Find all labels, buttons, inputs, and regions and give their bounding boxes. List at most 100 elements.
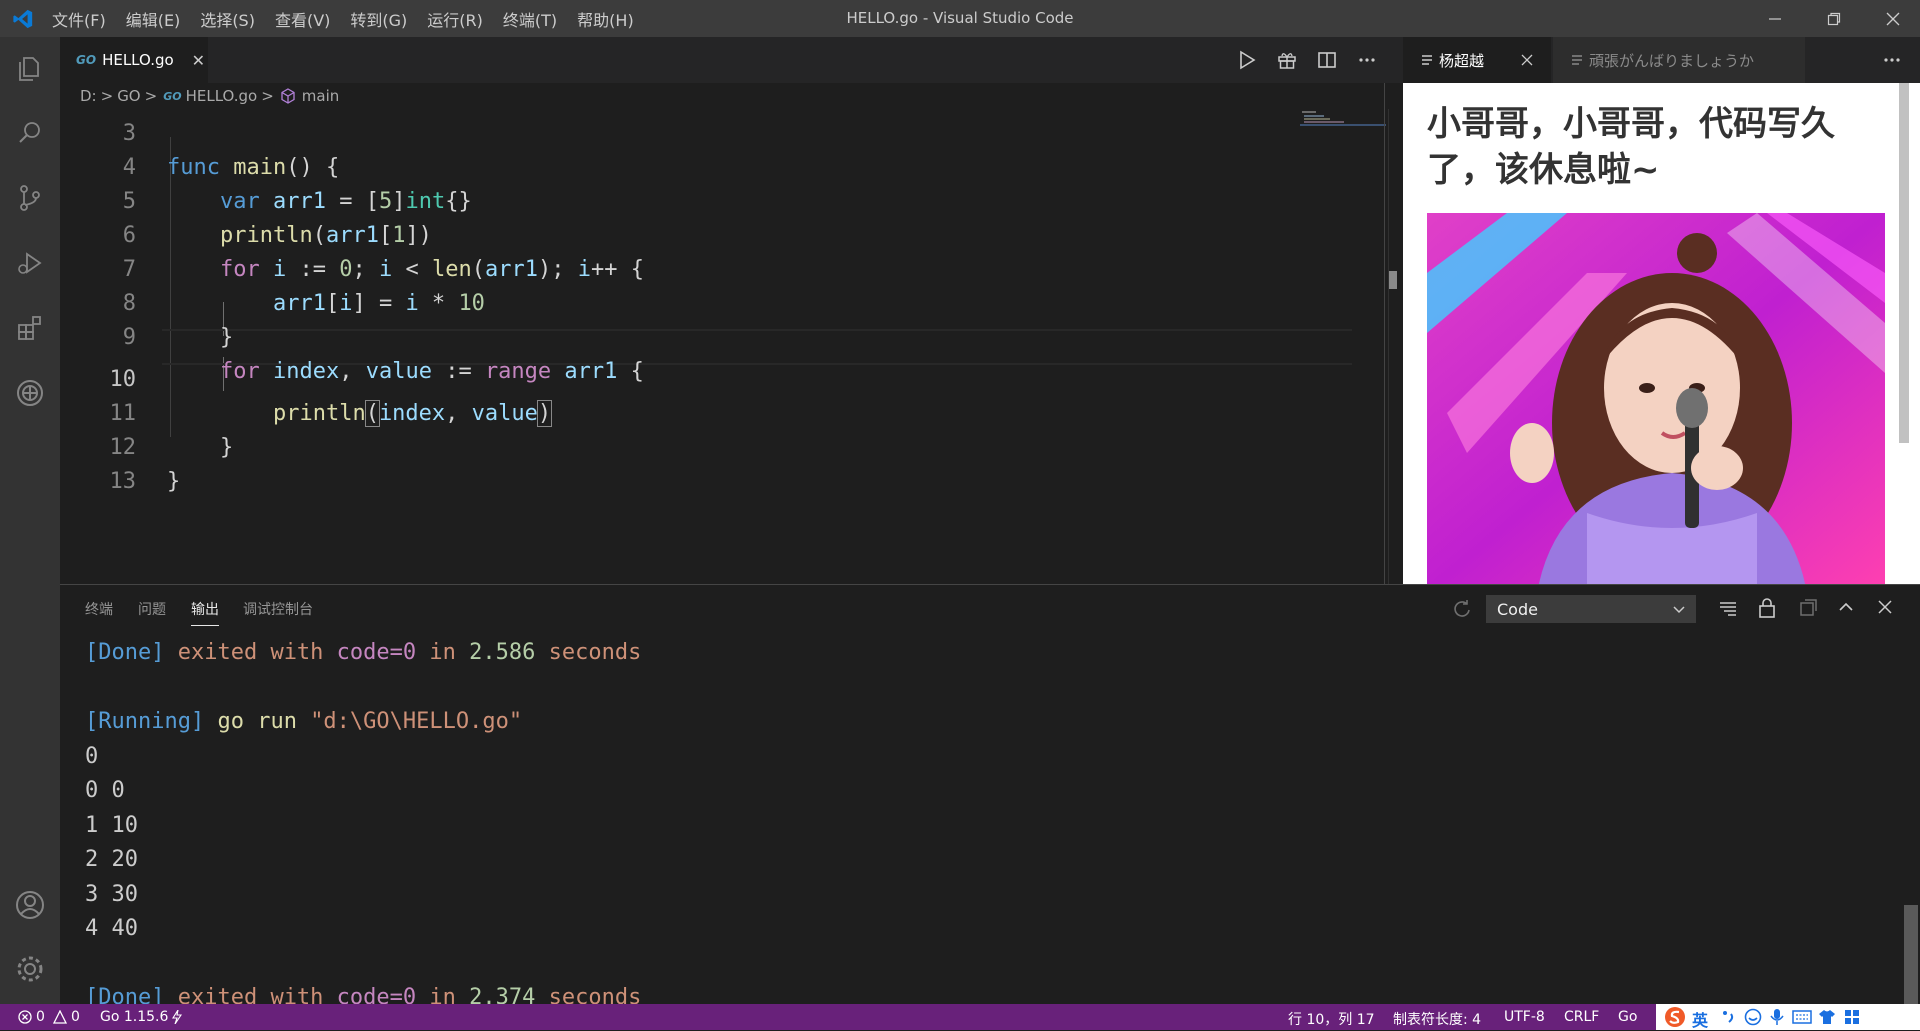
close-panel-icon[interactable] bbox=[1878, 600, 1892, 614]
menu-view[interactable]: 查看(V) bbox=[275, 7, 330, 31]
encoding[interactable]: UTF-8 bbox=[1504, 1009, 1545, 1025]
end-of-line[interactable]: CRLF bbox=[1564, 1009, 1599, 1025]
menu-edit[interactable]: 编辑(E) bbox=[126, 7, 181, 31]
more-actions-button[interactable] bbox=[1352, 45, 1382, 75]
refresh-icon[interactable] bbox=[1452, 599, 1472, 619]
emoji-icon[interactable] bbox=[1744, 1008, 1762, 1026]
run-debug-button[interactable] bbox=[0, 235, 60, 291]
close-window-button[interactable] bbox=[1870, 0, 1916, 37]
punctuation-icon[interactable] bbox=[1720, 1009, 1736, 1025]
output-channel-select[interactable]: Code bbox=[1486, 595, 1696, 623]
play-icon bbox=[1240, 50, 1256, 70]
manage-button[interactable] bbox=[0, 941, 60, 997]
minimize-icon bbox=[1769, 17, 1781, 20]
lock-icon[interactable] bbox=[1758, 597, 1776, 619]
webview-scrollbar[interactable] bbox=[1899, 83, 1909, 443]
split-editor-button[interactable] bbox=[1312, 45, 1342, 75]
source-control-icon bbox=[20, 185, 40, 211]
editor-scrollbar-track bbox=[1388, 109, 1389, 584]
indentation[interactable]: 制表符长度: 4 bbox=[1393, 1009, 1481, 1029]
gift-button[interactable] bbox=[1272, 45, 1302, 75]
clear-output-icon[interactable] bbox=[1718, 599, 1738, 619]
tab-webview-inactive[interactable]: 頑張がんばりましょうか bbox=[1553, 37, 1805, 83]
output-text: seconds bbox=[535, 985, 642, 1004]
menu-selection[interactable]: 选择(S) bbox=[200, 7, 255, 31]
toolbox-icon[interactable] bbox=[1844, 1009, 1860, 1025]
close-icon[interactable] bbox=[1521, 54, 1533, 66]
output-line: 2 20 bbox=[85, 843, 138, 877]
output-text: seconds bbox=[535, 640, 642, 665]
tab-terminal[interactable]: 终端 bbox=[85, 599, 113, 619]
run-debug-icon bbox=[18, 252, 42, 274]
sogou-logo-icon bbox=[1665, 1007, 1685, 1027]
warning-icon bbox=[53, 1010, 67, 1024]
output-text: 1 10 bbox=[85, 812, 138, 838]
breadcrumb-symbol[interactable]: main bbox=[302, 87, 339, 105]
tab-debug-console[interactable]: 调试控制台 bbox=[243, 599, 313, 619]
run-code-button[interactable] bbox=[1232, 45, 1262, 75]
tab-problems[interactable]: 问题 bbox=[138, 599, 166, 619]
open-log-file-icon[interactable] bbox=[1798, 598, 1818, 618]
menu-go[interactable]: 转到(G) bbox=[350, 7, 407, 31]
language-mode[interactable]: Go bbox=[1618, 1009, 1637, 1025]
breadcrumb-file[interactable]: HELLO.go bbox=[186, 87, 258, 105]
tab-hello-go[interactable]: GO HELLO.go ✕ bbox=[60, 37, 208, 83]
search-button[interactable] bbox=[0, 105, 60, 161]
minimap[interactable] bbox=[1300, 109, 1390, 149]
code-line: 8 } bbox=[60, 253, 1403, 350]
microphone-icon[interactable] bbox=[1770, 1008, 1784, 1026]
files-icon bbox=[19, 57, 39, 81]
breadcrumb: D: > GO > GO HELLO.go > main bbox=[60, 83, 1403, 109]
ellipsis-icon bbox=[1359, 58, 1375, 62]
accounts-button[interactable] bbox=[0, 877, 60, 933]
keyboard-icon[interactable] bbox=[1792, 1010, 1812, 1024]
tab-label: 頑張がんばりましょうか bbox=[1589, 52, 1755, 70]
extensions-button[interactable] bbox=[0, 300, 60, 356]
go-version[interactable]: Go 1.15.6 bbox=[100, 1009, 168, 1025]
cursor-position[interactable]: 行 10，列 17 bbox=[1288, 1009, 1375, 1029]
output-text: 2 20 bbox=[85, 847, 138, 872]
menu-run[interactable]: 运行(R) bbox=[427, 7, 483, 31]
code-line: 4 var arr1 = [5]int{} bbox=[60, 117, 1403, 214]
remote-explorer-button[interactable] bbox=[0, 365, 60, 421]
remote-explorer-icon bbox=[17, 380, 43, 406]
tab-output[interactable]: 输出 bbox=[191, 599, 219, 626]
vscode-logo-icon bbox=[13, 9, 33, 29]
explorer-button[interactable] bbox=[0, 41, 60, 97]
output-view[interactable]: [Done] exited with code=0 in 2.586 secon… bbox=[60, 632, 1902, 1004]
minimize-button[interactable] bbox=[1752, 0, 1798, 37]
error-count[interactable]: 0 bbox=[36, 1009, 45, 1025]
breadcrumb-drive[interactable]: D: bbox=[80, 87, 97, 105]
output-text: in bbox=[416, 985, 470, 1004]
output-text: "d:\GO\HELLO.go" bbox=[310, 709, 523, 734]
title-bar: 文件(F) 编辑(E) 选择(S) 查看(V) 转到(G) 运行(R) 终端(T… bbox=[0, 0, 1920, 37]
output-scrollbar[interactable] bbox=[1904, 905, 1918, 1004]
maximize-panel-icon[interactable] bbox=[1838, 600, 1854, 614]
code-line: 9 for index, value := range arr1 { bbox=[60, 287, 1403, 384]
menu-file[interactable]: 文件(F) bbox=[52, 7, 106, 31]
editor-group-divider bbox=[1384, 83, 1385, 584]
clothes-icon[interactable] bbox=[1818, 1009, 1836, 1025]
lightning-icon[interactable] bbox=[172, 1010, 182, 1024]
output-line: 0 0 bbox=[85, 774, 125, 808]
code-editor[interactable]: 3 func main() { 4 var arr1 = [5]int{} 5 … bbox=[60, 109, 1403, 584]
ellipsis-icon bbox=[1884, 58, 1900, 62]
output-text: [Done] bbox=[85, 985, 165, 1004]
output-text: 2.374 bbox=[469, 985, 536, 1004]
menu-terminal[interactable]: 终端(T) bbox=[503, 7, 557, 31]
more-actions-button[interactable] bbox=[1877, 45, 1907, 75]
source-control-button[interactable] bbox=[0, 170, 60, 226]
code-line: 13 bbox=[60, 431, 1403, 494]
tab-close-button[interactable]: ✕ bbox=[192, 51, 205, 70]
output-text: 4 40 bbox=[85, 916, 138, 941]
output-line: 4 40 bbox=[85, 912, 138, 946]
restore-button[interactable] bbox=[1811, 0, 1857, 37]
editor-tabs: GO HELLO.go ✕ bbox=[60, 37, 1403, 83]
ime-mode[interactable]: 英 bbox=[1692, 1007, 1708, 1031]
breadcrumb-folder[interactable]: GO bbox=[117, 87, 140, 105]
warning-count[interactable]: 0 bbox=[71, 1009, 80, 1025]
menu-bar: 文件(F) 编辑(E) 选择(S) 查看(V) 转到(G) 运行(R) 终端(T… bbox=[52, 0, 654, 37]
tab-webview-active[interactable]: 杨超越 bbox=[1403, 37, 1551, 83]
output-text: exited with bbox=[164, 985, 337, 1004]
menu-help[interactable]: 帮助(H) bbox=[577, 7, 634, 31]
